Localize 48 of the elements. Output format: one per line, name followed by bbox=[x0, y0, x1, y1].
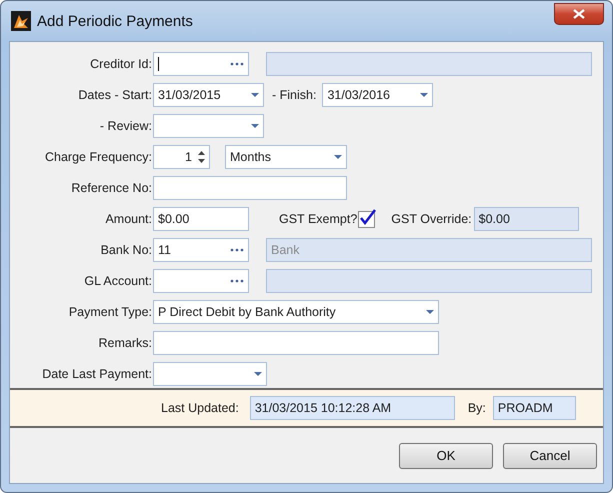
field-label: Reference No: bbox=[70, 181, 153, 195]
ellipsis-icon[interactable] bbox=[230, 248, 244, 252]
readonly-field: PROADM bbox=[492, 396, 576, 420]
dropdown-arrow-icon[interactable] bbox=[420, 93, 428, 97]
close-icon[interactable] bbox=[573, 9, 585, 19]
dropdown[interactable]: Months bbox=[225, 145, 347, 169]
dialog-button[interactable]: OK bbox=[399, 442, 493, 468]
field-label: Charge Frequency: bbox=[44, 150, 153, 164]
field-label: By: bbox=[468, 401, 486, 415]
dropdown-arrow-icon[interactable] bbox=[251, 93, 259, 97]
close-button[interactable] bbox=[554, 3, 604, 25]
field-label: GST Override: bbox=[391, 212, 472, 226]
spin-arrows-icon[interactable] bbox=[198, 150, 205, 164]
checkbox[interactable] bbox=[358, 210, 376, 228]
dropdown-arrow-icon[interactable] bbox=[426, 310, 434, 314]
lookup-field[interactable] bbox=[153, 269, 249, 293]
input-field[interactable]: $0.00 bbox=[153, 207, 249, 231]
field-label: Dates - Start: bbox=[77, 88, 153, 102]
spin-field[interactable]: 1 bbox=[153, 145, 210, 169]
field-label: Bank No: bbox=[100, 243, 153, 257]
date-picker[interactable]: 31/03/2015 bbox=[153, 83, 264, 107]
field-label: - Review: bbox=[98, 119, 153, 133]
field-label: Last Updated: bbox=[161, 401, 239, 415]
dropdown-arrow-icon[interactable] bbox=[254, 372, 262, 376]
field-label: Amount: bbox=[104, 212, 153, 226]
input-field[interactable] bbox=[153, 331, 439, 355]
ellipsis-icon[interactable] bbox=[230, 62, 244, 66]
lookup-field[interactable]: 11 bbox=[153, 238, 249, 262]
app-icon bbox=[11, 11, 31, 31]
readonly-field: 31/03/2015 10:12:28 AM bbox=[250, 396, 455, 420]
field-label: Date Last Payment: bbox=[41, 367, 153, 381]
field-label: Payment Type: bbox=[68, 305, 153, 319]
field-label: Creditor Id: bbox=[89, 57, 153, 71]
lookup-field[interactable] bbox=[153, 52, 249, 76]
field-label: Remarks: bbox=[98, 336, 153, 350]
date-picker[interactable]: 31/03/2016 bbox=[322, 83, 434, 107]
dropdown-arrow-icon[interactable] bbox=[334, 155, 342, 159]
input-field[interactable] bbox=[153, 176, 347, 200]
dialog-button[interactable]: Cancel bbox=[503, 442, 597, 468]
field-label: GL Account: bbox=[83, 274, 153, 288]
field-label: - Finish: bbox=[272, 88, 316, 102]
dropdown-arrow-icon[interactable] bbox=[251, 124, 259, 128]
dropdown[interactable]: P Direct Debit by Bank Authority bbox=[153, 300, 439, 324]
readonly-field: Bank bbox=[266, 238, 592, 262]
window-title: Add Periodic Payments bbox=[37, 12, 193, 30]
ellipsis-icon[interactable] bbox=[230, 279, 244, 283]
field-label: GST Exempt? bbox=[279, 212, 358, 226]
readonly-field: $0.00 bbox=[474, 207, 579, 231]
